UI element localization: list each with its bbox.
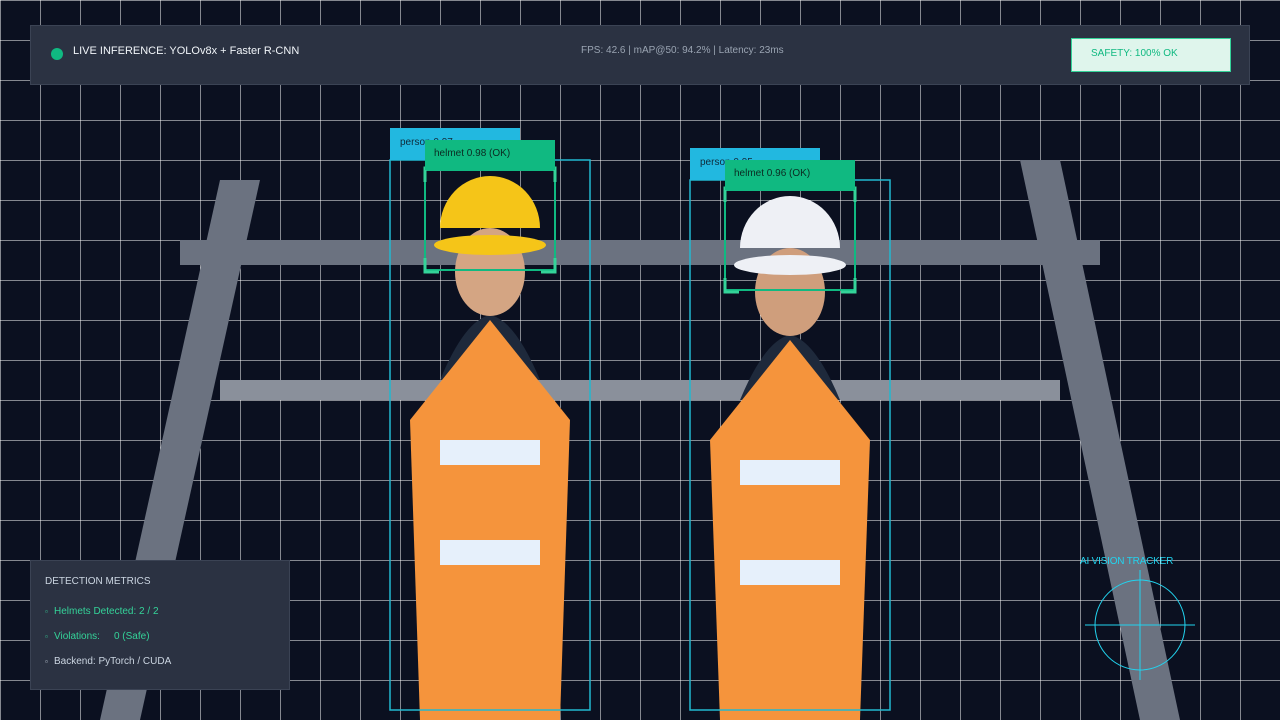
helmet-icon: ▫ [45, 607, 48, 616]
live-inference-title: LIVE INFERENCE: YOLOv8x + Faster R-CNN [73, 45, 300, 57]
helmet-label-1: helmet 0.98 (OK) [434, 148, 510, 159]
live-indicator-icon [51, 48, 63, 60]
worker-1-reflective-stripe-top [440, 440, 540, 465]
violations-label: Violations: [54, 631, 100, 642]
worker-2-reflective-stripe-top [740, 460, 840, 485]
metric-backend: ▫ Backend: PyTorch / CUDA [45, 656, 171, 667]
helmet-label-2: helmet 0.96 (OK) [734, 168, 810, 179]
scaffold-beam-top [180, 240, 1100, 265]
performance-stats: FPS: 42.6 | mAP@50: 94.2% | Latency: 23m… [581, 45, 784, 56]
backend-label: Backend: PyTorch / CUDA [54, 656, 172, 667]
metric-helmets: ▫ Helmets Detected: 2 / 2 [45, 606, 159, 617]
inference-status-bar: LIVE INFERENCE: YOLOv8x + Faster R-CNN F… [30, 25, 1250, 85]
worker-1-reflective-stripe-bottom [440, 540, 540, 565]
helmets-label: Helmets Detected: [54, 606, 137, 617]
worker-1-helmet-brim [434, 235, 546, 255]
scaffold-beam-middle [220, 380, 1060, 400]
safety-status-badge: SAFETY: 100% OK [1071, 38, 1231, 72]
worker-2-helmet-brim [734, 255, 846, 275]
metric-violations: ▫ Violations: 0 (Safe) [45, 631, 150, 642]
detection-metrics-panel: DETECTION METRICS ▫ Helmets Detected: 2 /… [30, 560, 290, 690]
worker-2-reflective-stripe-bottom [740, 560, 840, 585]
violations-value: 0 (Safe) [113, 631, 150, 642]
violation-icon: ▫ [45, 632, 48, 641]
metrics-title: DETECTION METRICS [45, 576, 151, 587]
tracker-label: AI VISION TRACKER [1080, 556, 1174, 567]
backend-icon: ▫ [45, 657, 48, 666]
helmets-value: 2 / 2 [139, 606, 159, 617]
